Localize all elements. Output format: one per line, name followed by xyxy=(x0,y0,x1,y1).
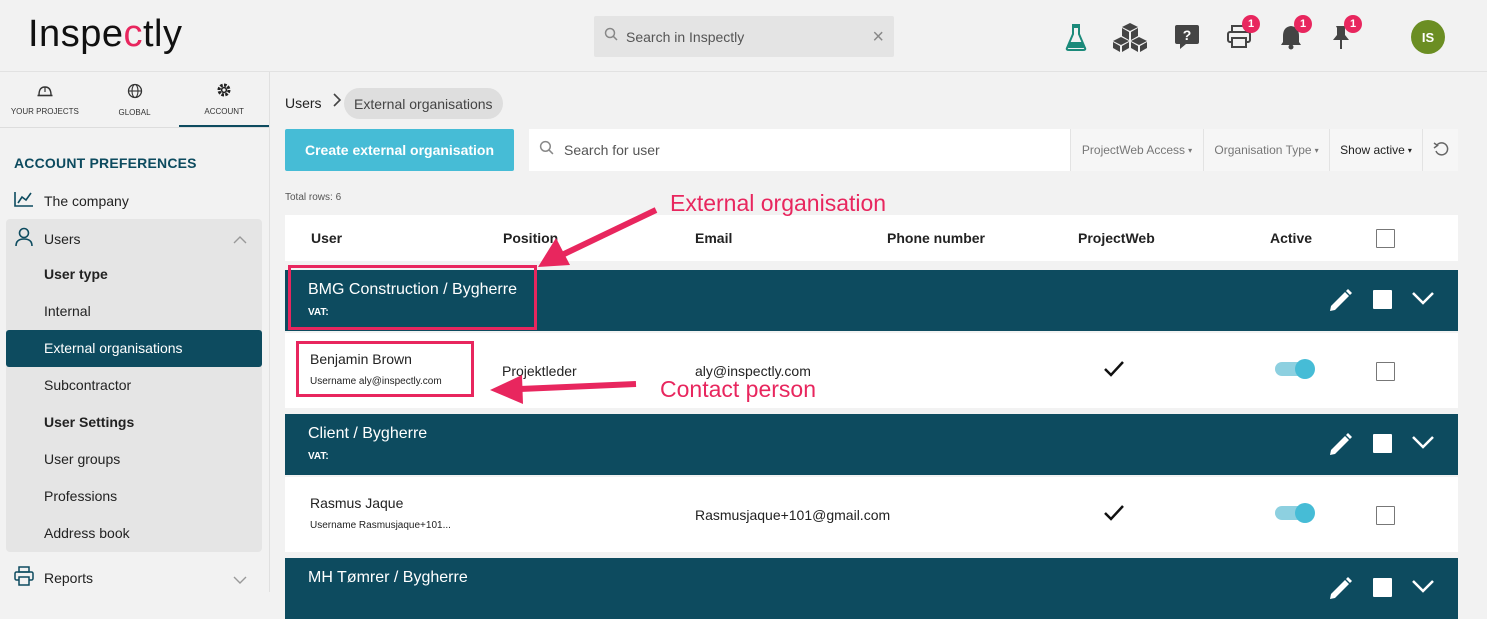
total-rows-label: Total rows: 6 xyxy=(285,192,342,203)
user-search-input[interactable]: Search for user xyxy=(529,129,1070,171)
global-search-placeholder: Search in Inspectly xyxy=(626,28,745,45)
contact-name: Rasmus Jaque xyxy=(310,495,404,511)
edit-pencil-icon[interactable] xyxy=(1328,575,1354,606)
sidebar-item-subcontractor[interactable]: Subcontractor xyxy=(44,377,131,393)
checkmark-icon xyxy=(1103,504,1125,527)
organisation-checkbox[interactable] xyxy=(1373,434,1392,453)
caret-down-icon: ▾ xyxy=(1407,145,1412,155)
organisation-name: Client / Bygherre xyxy=(308,425,428,442)
edit-pencil-icon[interactable] xyxy=(1328,287,1354,318)
contact-username: Username Rasmusjaque+101... xyxy=(310,520,451,531)
column-position[interactable]: Position xyxy=(503,230,558,246)
contact-email: Rasmusjaque+101@gmail.com xyxy=(695,507,891,523)
account-preferences-title: ACCOUNT PREFERENCES xyxy=(14,155,197,171)
organisation-vat: VAT: xyxy=(308,451,329,462)
svg-text:?: ? xyxy=(1183,27,1192,43)
flask-icon[interactable] xyxy=(1059,20,1093,54)
global-search-input[interactable]: Search in Inspectly × xyxy=(594,16,894,57)
globe-icon xyxy=(127,83,143,101)
sidebar-item-company[interactable]: The company xyxy=(14,190,129,211)
highlight-box-organisation xyxy=(288,265,537,330)
expand-chevron-icon[interactable] xyxy=(1411,434,1435,455)
print-badge: 1 xyxy=(1242,15,1260,33)
caret-down-icon: ▾ xyxy=(1314,145,1319,155)
tab-account[interactable]: ACCOUNT xyxy=(179,72,270,127)
inspectly-logo[interactable]: Inspectly xyxy=(28,13,182,56)
organisation-type-filter[interactable]: Organisation Type ▾ xyxy=(1203,129,1329,171)
row-checkbox[interactable] xyxy=(1376,506,1395,525)
sidebar-item-reports[interactable]: Reports xyxy=(14,566,93,589)
organisation-row[interactable]: Client / Bygherre VAT: xyxy=(285,414,1458,475)
create-external-organisation-button[interactable]: Create external organisation xyxy=(285,129,514,171)
organisation-checkbox[interactable] xyxy=(1373,290,1392,309)
sidebar-item-users[interactable]: Users xyxy=(14,227,81,250)
column-phone-number[interactable]: Phone number xyxy=(887,230,985,246)
main-content: Users External organisations Create exte… xyxy=(270,72,1487,619)
annotation-external-organisation: External organisation xyxy=(670,190,887,216)
gear-icon xyxy=(216,82,232,100)
sidebar-item-address-book[interactable]: Address book xyxy=(44,525,130,541)
table-header: User Position Email Phone number Project… xyxy=(285,215,1458,261)
projectweb-access-filter[interactable]: ProjectWeb Access ▾ xyxy=(1070,129,1203,171)
chart-icon xyxy=(14,190,34,211)
search-icon xyxy=(604,27,618,46)
breadcrumb-external-organisations[interactable]: External organisations xyxy=(344,88,503,119)
bell-badge: 1 xyxy=(1294,15,1312,33)
column-email[interactable]: Email xyxy=(695,230,732,246)
show-active-filter[interactable]: Show active ▾ xyxy=(1329,129,1422,171)
row-checkbox[interactable] xyxy=(1376,362,1395,381)
sidebar-item-user-groups[interactable]: User groups xyxy=(44,451,120,467)
active-toggle[interactable] xyxy=(1275,359,1315,379)
select-all-checkbox[interactable] xyxy=(1376,229,1395,248)
sidebar-heading-user-settings: User Settings xyxy=(44,414,135,430)
organisation-row[interactable]: MH Tømrer / Bygherre xyxy=(285,558,1458,619)
active-toggle[interactable] xyxy=(1275,503,1315,523)
caret-down-icon: ▾ xyxy=(1188,145,1193,155)
sidebar-item-professions[interactable]: Professions xyxy=(44,488,117,504)
highlight-box-contact xyxy=(296,341,474,397)
bell-icon[interactable]: 1 xyxy=(1274,15,1312,54)
pin-badge: 1 xyxy=(1344,15,1362,33)
search-icon xyxy=(539,140,554,160)
annotation-contact-person: Contact person xyxy=(660,376,816,402)
user-avatar[interactable]: IS xyxy=(1411,20,1445,54)
column-user[interactable]: User xyxy=(311,230,342,246)
organisation-checkbox[interactable] xyxy=(1373,578,1392,597)
top-bar: Inspectly Search in Inspectly × ? 1 1 1 … xyxy=(0,0,1487,72)
organisation-name: MH Tømrer / Bygherre xyxy=(308,569,468,586)
sidebar-item-internal[interactable]: Internal xyxy=(44,303,91,319)
tab-your-projects[interactable]: YOUR PROJECTS xyxy=(0,72,90,127)
toggle-knob xyxy=(1295,359,1315,379)
checkmark-icon xyxy=(1103,360,1125,383)
chevron-up-icon[interactable] xyxy=(233,232,247,250)
table-row[interactable]: Rasmus Jaque Username Rasmusjaque+101...… xyxy=(285,477,1458,552)
breadcrumb-chevron-icon xyxy=(332,93,342,112)
breadcrumb-users[interactable]: Users xyxy=(285,95,322,111)
pin-icon[interactable]: 1 xyxy=(1324,15,1362,54)
expand-chevron-icon[interactable] xyxy=(1411,290,1435,311)
chevron-down-icon[interactable] xyxy=(233,572,247,590)
tab-global[interactable]: GLOBAL xyxy=(90,72,180,127)
contact-position: Projektleder xyxy=(502,363,577,379)
column-active[interactable]: Active xyxy=(1270,230,1312,246)
sidebar-item-external-organisations[interactable]: External organisations xyxy=(44,340,183,356)
sidebar: YOUR PROJECTS GLOBAL ACCOUNT ACCOUNT PRE… xyxy=(0,72,270,592)
edit-pencil-icon[interactable] xyxy=(1328,431,1354,462)
reset-filters-button[interactable] xyxy=(1422,129,1458,171)
modules-icon[interactable] xyxy=(1113,20,1147,54)
print-icon[interactable]: 1 xyxy=(1222,15,1260,54)
user-icon xyxy=(14,227,34,250)
toggle-knob xyxy=(1295,503,1315,523)
help-icon[interactable]: ? xyxy=(1170,20,1204,54)
sidebar-heading-user-type: User type xyxy=(44,266,108,282)
clear-search-icon[interactable]: × xyxy=(872,26,884,49)
helmet-icon xyxy=(37,84,53,100)
reset-icon xyxy=(1433,141,1449,160)
printer-icon xyxy=(14,566,34,589)
sidebar-tabs: YOUR PROJECTS GLOBAL ACCOUNT xyxy=(0,72,270,128)
expand-chevron-icon[interactable] xyxy=(1411,578,1435,599)
user-search-placeholder: Search for user xyxy=(564,142,660,158)
column-projectweb[interactable]: ProjectWeb xyxy=(1078,230,1155,246)
